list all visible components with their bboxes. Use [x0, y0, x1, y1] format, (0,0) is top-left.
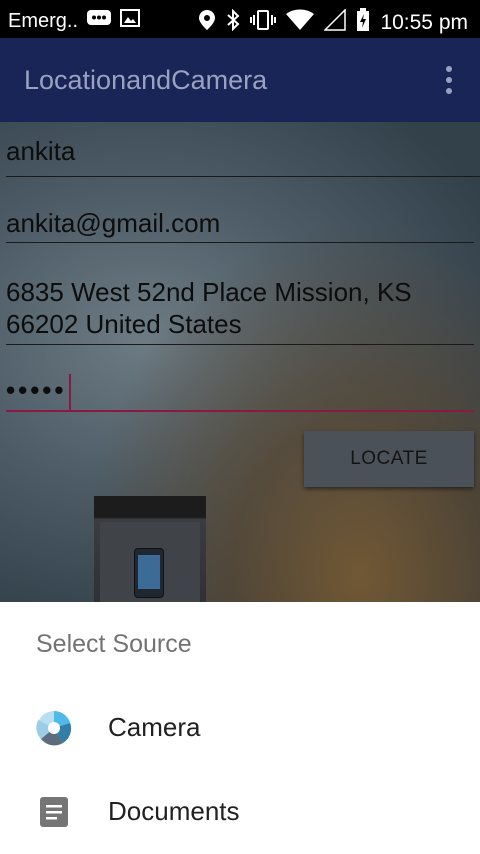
password-field[interactable]: ••••• — [6, 374, 474, 414]
select-source-sheet: Select Source Camera Documents — [0, 602, 480, 854]
email-value: ankita@gmail.com — [6, 208, 221, 238]
message-icon — [86, 8, 112, 34]
document-icon — [36, 794, 72, 830]
bluetooth-icon — [226, 8, 240, 37]
sheet-title: Select Source — [36, 630, 192, 658]
image-icon — [120, 8, 141, 34]
address-underline — [6, 344, 474, 345]
password-underline — [6, 410, 474, 412]
name-field[interactable]: ankita — [6, 136, 480, 177]
email-field[interactable]: ankita@gmail.com — [6, 208, 474, 244]
app-title: LocationandCamera — [24, 65, 268, 95]
photo-thumbnail[interactable] — [94, 496, 206, 602]
vibrate-icon — [250, 9, 277, 37]
camera-aperture-icon — [36, 710, 72, 746]
app-bar: LocationandCamera — [0, 38, 480, 122]
location-icon — [198, 9, 216, 37]
thumbnail-phone — [134, 548, 164, 598]
email-underline — [6, 242, 474, 243]
text-cursor — [68, 374, 71, 410]
camera-option[interactable]: Camera — [0, 688, 480, 768]
clock: 10:55 pm — [380, 11, 468, 34]
carrier-label: Emerg.. — [8, 9, 79, 32]
address-field[interactable]: 6835 West 52nd Place Mission, KS 66202 U… — [6, 276, 474, 345]
signal-icon — [323, 8, 347, 37]
documents-label: Documents — [108, 796, 240, 826]
overflow-menu-icon[interactable] — [446, 66, 454, 99]
address-line-1: 6835 West 52nd Place Mission, KS — [6, 277, 412, 307]
camera-label: Camera — [108, 712, 201, 742]
form-area: ankita ankita@gmail.com 6835 West 52nd P… — [0, 122, 480, 602]
name-underline — [6, 176, 480, 177]
address-line-2: 66202 United States — [6, 309, 242, 339]
locate-button[interactable]: LOCATE — [304, 431, 474, 487]
password-mask: ••••• — [6, 374, 67, 405]
name-value: ankita — [6, 136, 76, 166]
status-bar: Emerg.. 10:55 pm — [0, 0, 480, 38]
wifi-icon — [286, 9, 315, 37]
battery-icon — [356, 8, 370, 38]
documents-option[interactable]: Documents — [0, 772, 480, 852]
